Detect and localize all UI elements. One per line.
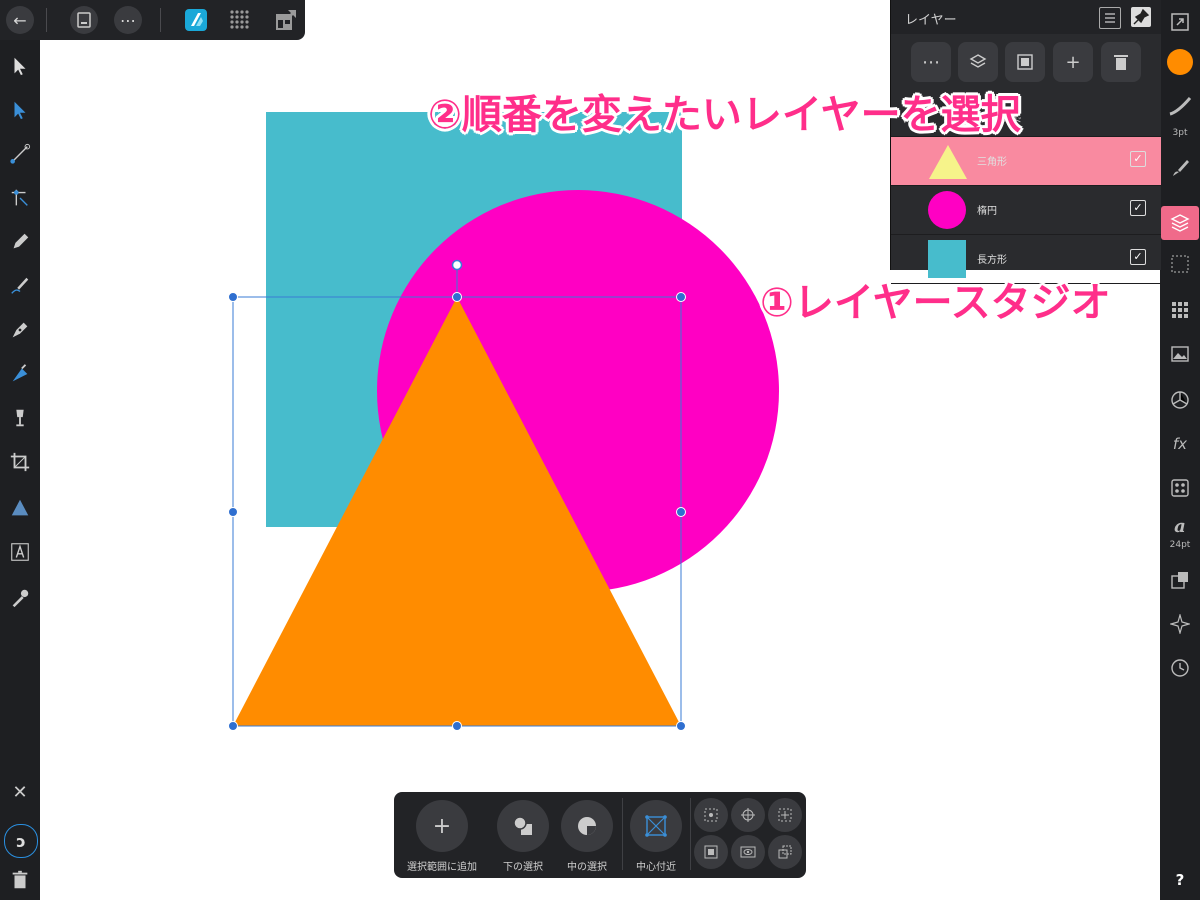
divider xyxy=(690,798,691,870)
divider xyxy=(46,8,47,32)
resize-handle[interactable] xyxy=(676,721,686,731)
select-below-label: 下の選択 xyxy=(503,862,543,873)
fill-tool-icon[interactable] xyxy=(8,362,32,386)
layer-row-ellipse[interactable]: 楕円 ✓ xyxy=(891,186,1161,235)
layers-panel-title: レイヤー xyxy=(905,13,957,28)
resize-handle[interactable] xyxy=(228,721,238,731)
fx-effects-icon[interactable]: fx xyxy=(1166,430,1194,458)
snap-arrange-icon[interactable] xyxy=(768,835,802,869)
layer-name: 長方形 xyxy=(977,255,1007,266)
context-toolbar: + 選択範囲に追加 下の選択 中の選択 中心付近 xyxy=(394,792,806,878)
add-layer-icon[interactable]: + xyxy=(1053,42,1093,82)
resize-handle[interactable] xyxy=(676,507,686,517)
history-icon[interactable] xyxy=(1166,654,1194,682)
select-below-button[interactable] xyxy=(497,800,549,852)
rotation-handle[interactable] xyxy=(451,259,463,271)
layer-visibility-checkbox[interactable]: ✓ xyxy=(1130,249,1146,265)
document-icon[interactable] xyxy=(70,6,98,34)
studio-sidebar: 3pt fx a 24pt ? xyxy=(1160,0,1200,900)
annotation-step1: ①レイヤースタジオ xyxy=(760,280,1111,326)
brushes-icon[interactable] xyxy=(1166,154,1194,182)
tools-sidebar: ✕ ↄ xyxy=(0,40,40,900)
layer-stack-icon[interactable] xyxy=(958,42,998,82)
styles-icon[interactable] xyxy=(1166,474,1194,502)
fullscreen-icon[interactable] xyxy=(1166,8,1194,36)
color-picker-tool-icon[interactable] xyxy=(8,586,32,610)
divider xyxy=(160,8,161,32)
transparency-tool-icon[interactable] xyxy=(8,406,32,430)
snap-object-icon[interactable] xyxy=(694,798,728,832)
layer-name: 三角形 xyxy=(977,157,1007,168)
appearance-icon[interactable] xyxy=(1166,386,1194,414)
stroke-icon[interactable] xyxy=(1166,92,1194,120)
pencil-tool-icon[interactable] xyxy=(8,230,32,254)
swatches-grid-icon[interactable] xyxy=(1166,296,1194,324)
snapping-magnet-icon[interactable]: ↄ xyxy=(4,824,38,858)
layer-visibility-checkbox[interactable]: ✓ xyxy=(1130,200,1146,216)
pixel-persona-icon[interactable] xyxy=(228,8,252,32)
font-size-label: 24pt xyxy=(1169,540,1191,550)
annotation-step2: ②順番を変えたいレイヤーを選択 xyxy=(428,92,1021,138)
layer-options-icon[interactable]: ⋯ xyxy=(911,42,951,82)
corner-tool-icon[interactable] xyxy=(8,142,32,166)
divider xyxy=(622,798,623,870)
layer-name: 楕円 xyxy=(977,206,997,217)
node-tool-icon[interactable] xyxy=(8,98,32,122)
export-persona-icon[interactable] xyxy=(274,8,298,32)
back-arrow-icon[interactable]: ← xyxy=(6,6,34,34)
panel-menu-icon[interactable] xyxy=(1099,7,1121,29)
near-center-label: 中心付近 xyxy=(636,862,676,873)
top-toolbar: ← ⋯ xyxy=(0,0,305,40)
resize-handle[interactable] xyxy=(228,507,238,517)
layer-visibility-checkbox[interactable]: ✓ xyxy=(1130,151,1146,167)
help-icon[interactable]: ? xyxy=(1166,866,1194,894)
more-options-icon[interactable]: ⋯ xyxy=(114,6,142,34)
resize-handle[interactable] xyxy=(228,292,238,302)
snap-visibility-icon[interactable] xyxy=(731,835,765,869)
vector-brush-tool-icon[interactable] xyxy=(8,274,32,298)
effects-quick-icon[interactable] xyxy=(1166,250,1194,278)
layers-panel-header: レイヤー xyxy=(891,0,1161,34)
move-tool-icon[interactable] xyxy=(8,54,32,78)
delete-layer-icon[interactable] xyxy=(1101,42,1141,82)
add-to-selection-label: 選択範囲に追加 xyxy=(407,862,477,873)
point-transform-tool-icon[interactable] xyxy=(8,186,32,210)
color-swatch-icon[interactable] xyxy=(1166,48,1194,76)
pin-panel-icon[interactable] xyxy=(1131,7,1151,27)
add-to-selection-button[interactable]: + xyxy=(416,800,468,852)
transform-icon[interactable] xyxy=(1166,566,1194,594)
text-tool-icon[interactable] xyxy=(8,540,32,564)
pen-tool-icon[interactable] xyxy=(8,318,32,342)
close-icon[interactable]: ✕ xyxy=(8,780,32,804)
select-inside-label: 中の選択 xyxy=(567,862,607,873)
snap-grid-icon[interactable] xyxy=(768,798,802,832)
shape-tool-icon[interactable] xyxy=(8,496,32,520)
stroke-width-label: 3pt xyxy=(1172,128,1188,138)
image-icon[interactable] xyxy=(1166,340,1194,368)
crop-tool-icon[interactable] xyxy=(8,450,32,474)
text-styles-icon[interactable]: a xyxy=(1166,512,1194,540)
resize-handle[interactable] xyxy=(452,721,462,731)
designer-persona-icon[interactable] xyxy=(184,8,208,32)
delete-trash-icon[interactable] xyxy=(8,868,32,892)
resize-handle[interactable] xyxy=(676,292,686,302)
layers-studio-icon[interactable] xyxy=(1161,206,1199,240)
navigator-icon[interactable] xyxy=(1166,610,1194,638)
select-inside-button[interactable] xyxy=(561,800,613,852)
near-center-button[interactable] xyxy=(630,800,682,852)
triangle-thumbnail xyxy=(929,145,967,179)
resize-handle[interactable] xyxy=(452,292,462,302)
snap-center-icon[interactable] xyxy=(731,798,765,832)
ellipse-thumbnail xyxy=(928,191,966,229)
mask-layer-icon[interactable] xyxy=(1005,42,1045,82)
snap-bounds-icon[interactable] xyxy=(694,835,728,869)
layer-row-triangle[interactable]: 三角形 ✓ xyxy=(891,137,1161,186)
